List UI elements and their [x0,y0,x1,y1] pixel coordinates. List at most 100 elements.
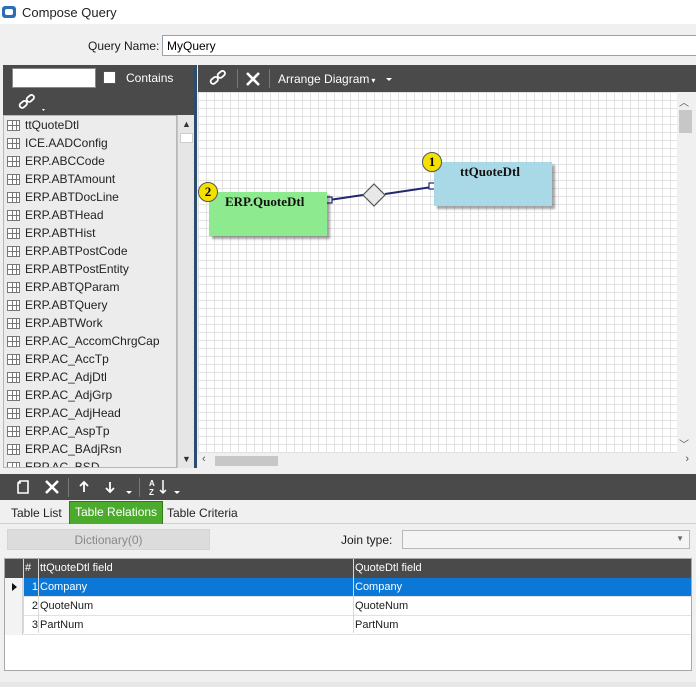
table-list-toolbar [3,91,194,115]
table-list-item-label: ICE.AADConfig [25,136,108,150]
link-icon[interactable] [208,69,230,89]
contains-checkbox[interactable] [103,71,116,84]
table-list-item[interactable]: ERP.ABTPostCode [4,242,176,260]
table-row[interactable]: 1 Company Company [5,578,691,597]
app-icon [2,6,16,18]
table-list-item[interactable]: ERP.ABTPostEntity [4,260,176,278]
diagram-table-name: ttQuoteDtl [460,164,520,179]
table-list-item[interactable]: ERP.ABTWork [4,314,176,332]
scroll-up-icon[interactable]: ︿ [679,94,689,109]
column-header-left-field[interactable]: ttQuoteDtl field [40,562,113,574]
table-search-input[interactable] [12,68,96,88]
delete-icon[interactable] [44,479,60,495]
table-list-item[interactable]: ERP.AC_AspTp [4,422,176,440]
column-header-right-field[interactable]: QuoteDtl field [355,562,422,574]
relations-grid[interactable]: # ttQuoteDtl field QuoteDtl field 1 Compa… [4,558,692,671]
toolbar-separator [139,478,140,497]
toolbar-separator [237,69,238,88]
svg-text:A: A [149,479,155,488]
new-icon[interactable] [16,479,32,495]
table-icon [7,335,20,347]
table-list-item-label: ERP.AC_AccTp [25,352,109,366]
toolbar-overflow-icon[interactable] [174,491,180,494]
grid-header: # ttQuoteDtl field QuoteDtl field [5,559,691,578]
table-list-item-label: ERP.ABCCode [25,154,105,168]
table-list-item-label: ERP.ABTDocLine [25,190,119,204]
tab-table-relations[interactable]: Table Relations [69,501,164,524]
table-list-item[interactable]: ERP.AC_AdjGrp [4,386,176,404]
right-field-cell[interactable]: PartNum [355,619,398,631]
arrange-diagram-button[interactable]: Arrange Diagram ▾ [278,72,375,86]
row-indicator[interactable] [5,597,23,616]
table-list-scrollbar[interactable]: ▲ ▼ [177,115,194,468]
svg-text:Z: Z [149,488,154,496]
move-up-icon[interactable] [78,480,90,494]
table-icon [7,191,20,203]
table-list-item[interactable]: ERP.ABTQParam [4,278,176,296]
table-list-item[interactable]: ERP.ABTHist [4,224,176,242]
panel-splitter[interactable] [194,65,197,468]
tab-table-criteria[interactable]: Table Criteria [162,503,243,524]
table-list-item[interactable]: ERP.ABTAmount [4,170,176,188]
scroll-down-icon[interactable]: ▼ [180,452,193,466]
link-icon[interactable] [16,94,46,114]
toolbar-overflow-icon[interactable] [386,78,392,81]
toolbar-overflow-icon[interactable] [126,491,132,494]
table-list-item-label: ERP.ABTPostEntity [25,262,129,276]
dictionary-button[interactable]: Dictionary(0) [7,529,210,550]
query-diagram-canvas[interactable]: ERP.QuoteDtl 2 ttQuoteDtl 1 [198,92,677,453]
table-list[interactable]: ttQuoteDtl ICE.AADConfig ERP.ABCCode ERP.AB… [3,115,177,468]
scroll-thumb[interactable] [180,133,193,143]
table-icon [7,245,20,257]
table-list-item[interactable]: ICE.AADConfig [4,134,176,152]
table-row[interactable]: 3 PartNum PartNum [5,616,691,635]
right-field-cell[interactable]: Company [355,581,402,593]
move-down-icon[interactable] [104,480,116,494]
scroll-left-icon[interactable]: ‹ [202,453,206,465]
diagram-horizontal-scrollbar[interactable]: ‹ › [198,453,689,468]
table-list-item[interactable]: ERP.AC_AccTp [4,350,176,368]
scroll-thumb[interactable] [215,456,278,466]
table-list-item[interactable]: ERP.AC_AdjDtl [4,368,176,386]
table-list-item[interactable]: ERP.ABCCode [4,152,176,170]
table-row[interactable]: 2 QuoteNum QuoteNum [5,597,691,616]
table-list-item[interactable]: ERP.ABTHead [4,206,176,224]
row-indicator[interactable] [5,616,23,635]
toolbar-separator [68,478,69,497]
scroll-thumb[interactable] [679,110,692,133]
relation-link[interactable] [198,92,677,453]
table-list-item[interactable]: ERP.AC_BSD [4,458,176,467]
table-list-item[interactable]: ERP.AC_AccomChrgCap [4,332,176,350]
table-list-item[interactable]: ttQuoteDtl [4,116,176,134]
table-list-item-label: ERP.AC_AdjGrp [25,388,113,402]
diagram-table-ttquotedtl[interactable]: ttQuoteDtl [434,162,552,206]
table-list-item[interactable]: ERP.AC_AdjHead [4,404,176,422]
diagram-vertical-scrollbar[interactable]: ︿ ﹀ [677,92,696,453]
diagram-table-quotedtl[interactable]: ERP.QuoteDtl [209,192,327,236]
table-list-panel: Contains ttQuoteDtl ICE.AADConfig ERP.ABCC… [3,65,194,468]
column-header-num[interactable]: # [25,562,31,574]
table-list-item[interactable]: ERP.AC_BAdjRsn [4,440,176,458]
delete-icon[interactable] [245,71,261,87]
scroll-up-icon[interactable]: ▲ [180,117,193,131]
join-type-select[interactable]: ▼ [402,530,690,549]
left-field-cell[interactable]: Company [40,581,87,593]
join-diamond-icon[interactable] [362,183,386,207]
left-field-cell[interactable]: PartNum [40,619,83,631]
table-list-item[interactable]: ERP.ABTDocLine [4,188,176,206]
sort-az-icon[interactable]: A Z [148,478,170,496]
query-name-input[interactable] [162,35,696,56]
table-icon [7,353,20,365]
dropdown-arrow-icon: ▾ [371,76,376,85]
row-indicator[interactable] [5,578,23,597]
left-field-cell[interactable]: QuoteNum [40,600,93,612]
current-row-icon [12,583,17,591]
table-list-item-label: ERP.AC_AccomChrgCap [25,334,160,348]
table-list-item[interactable]: ERP.ABTQuery [4,296,176,314]
scroll-down-icon[interactable]: ﹀ [679,436,689,451]
right-field-cell[interactable]: QuoteNum [355,600,408,612]
scroll-right-icon[interactable]: › [685,453,689,465]
tab-table-list[interactable]: Table List [6,503,67,524]
query-name-row: Query Name: [0,24,696,64]
toolbar-separator [269,69,270,88]
